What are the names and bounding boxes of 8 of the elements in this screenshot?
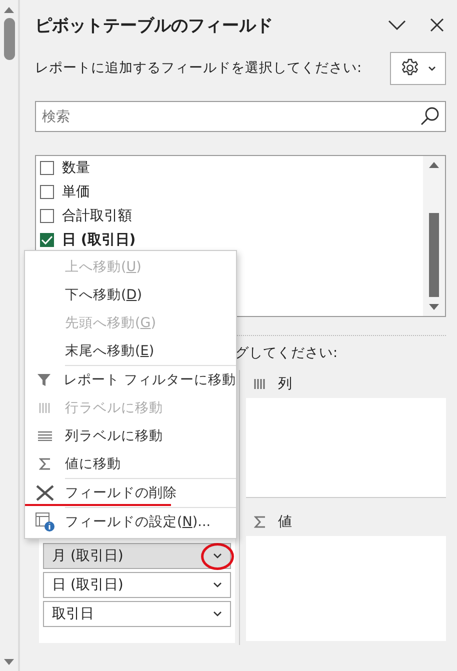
chip-label: 月 (取引日) — [52, 547, 124, 565]
drag-instruction: グしてください: — [235, 344, 338, 362]
area-label: 列 — [278, 375, 292, 393]
panel-title: ピボットテーブルのフィールド — [35, 14, 274, 36]
instruction-text: レポートに追加するフィールドを選択してください: — [35, 59, 363, 77]
chip-label: 日 (取引日) — [52, 576, 124, 594]
area-label: 値 — [278, 513, 292, 531]
chip-label: 取引日 — [52, 605, 95, 623]
